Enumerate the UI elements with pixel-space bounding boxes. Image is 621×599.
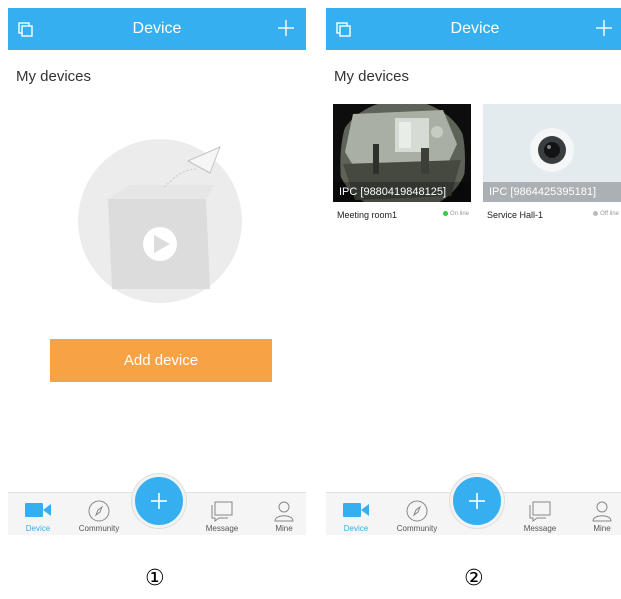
device-status: Off line <box>593 211 619 217</box>
message-icon <box>211 501 233 522</box>
nav-mine[interactable]: Mine <box>574 493 621 535</box>
plus-icon[interactable] <box>276 18 296 38</box>
screen-caption: ② <box>464 566 484 591</box>
screen-caption: ① <box>145 566 165 591</box>
nav-message-label: Message <box>523 524 557 533</box>
nav-mine-label: Mine <box>275 524 293 533</box>
nav-device-label: Device <box>343 524 369 533</box>
camera-preview[interactable]: IPC [9880419848125] <box>333 104 471 202</box>
section-title: My devices <box>334 68 410 85</box>
nav-mine[interactable]: Mine <box>256 493 306 535</box>
device-ipc-label: IPC [9864425395181] <box>483 182 621 202</box>
nav-message[interactable]: Message <box>512 493 568 535</box>
device-card[interactable]: IPC [9864425395181] Service Hall-1 Off l… <box>483 104 621 220</box>
compass-icon <box>88 500 110 522</box>
empty-box-with-paper-plane-icon <box>78 139 242 303</box>
user-icon <box>592 501 612 522</box>
nav-community[interactable]: Community <box>71 493 127 535</box>
plus-icon <box>469 493 485 509</box>
add-fab-button[interactable] <box>450 474 504 528</box>
video-camera-icon <box>25 503 51 517</box>
device-status-text: On line <box>449 211 469 218</box>
phone-screen-empty: Device My devices Add device Device Comm… <box>8 8 306 535</box>
nav-community[interactable]: Community <box>389 493 445 535</box>
nav-message[interactable]: Message <box>194 493 250 535</box>
message-icon <box>529 501 551 522</box>
plus-icon[interactable] <box>594 18 614 38</box>
phone-screen-devices: Device My devices IPC [9880419848125] Me… <box>326 8 621 535</box>
plus-icon <box>151 493 167 509</box>
add-fab-button[interactable] <box>132 474 186 528</box>
device-name: Service Hall-1 <box>487 210 544 220</box>
device-status: On line <box>442 211 469 218</box>
user-icon <box>274 501 294 522</box>
section-title: My devices <box>16 68 92 85</box>
top-bar: Device <box>8 8 306 50</box>
nav-device-label: Device <box>25 524 51 533</box>
nav-community-label: Community <box>78 524 120 533</box>
camera-preview[interactable]: IPC [9864425395181] <box>483 104 621 202</box>
device-card[interactable]: IPC [9880419848125] Meeting room1 On lin… <box>333 104 471 220</box>
nav-mine-label: Mine <box>593 524 611 533</box>
video-camera-icon <box>343 503 369 517</box>
online-dot-icon <box>442 211 448 216</box>
nav-device[interactable]: Device <box>10 493 66 535</box>
compass-icon <box>406 500 428 522</box>
offline-dot-icon <box>593 211 599 216</box>
top-bar: Device <box>326 8 621 50</box>
device-ipc-label: IPC [9880419848125] <box>333 182 471 202</box>
nav-device[interactable]: Device <box>328 493 384 535</box>
add-device-button[interactable]: Add device <box>50 339 272 382</box>
device-status-text: Off line <box>600 211 619 218</box>
page-title: Device <box>450 20 500 37</box>
device-name: Meeting room1 <box>337 210 398 220</box>
nav-community-label: Community <box>396 524 438 533</box>
nav-message-label: Message <box>205 524 239 533</box>
page-title: Device <box>132 20 182 37</box>
